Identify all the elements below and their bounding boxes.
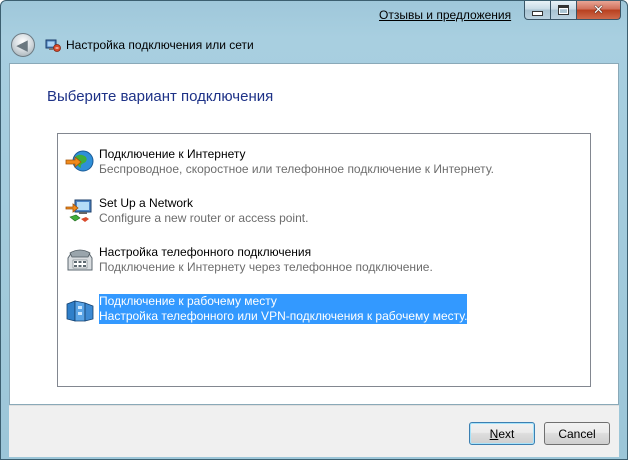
dialog-footer: Next Cancel <box>9 405 619 457</box>
close-icon: ✕ <box>593 2 604 18</box>
content-area: Выберите вариант подключения Подключение… <box>9 63 619 405</box>
next-label: ext <box>498 426 515 441</box>
cancel-button[interactable]: Cancel <box>544 422 610 445</box>
internet-globe-icon <box>65 150 94 172</box>
option-dialup-text: Настройка телефонного подключения Подклю… <box>99 245 433 275</box>
next-accelerator: N <box>489 426 499 441</box>
option-workplace-text: Подключение к рабочему месту Настройка т… <box>99 294 468 324</box>
workplace-building-icon <box>66 300 94 322</box>
option-title: Set Up a Network <box>99 196 194 210</box>
option-setup-network[interactable]: Set Up a Network Configure a new router … <box>62 191 482 225</box>
network-setup-icon <box>45 39 61 52</box>
option-description: Беспроводное, скоростное или телефонное … <box>99 162 494 176</box>
next-button[interactable]: Next <box>469 422 535 445</box>
page-heading: Выберите вариант подключения <box>47 88 274 105</box>
minimize-button[interactable] <box>524 1 551 20</box>
option-setup-network-text: Set Up a Network Configure a new router … <box>99 196 308 226</box>
option-description: Configure a new router or access point. <box>99 211 309 225</box>
dialup-phone-icon <box>67 249 93 271</box>
dialog-window: Отзывы и предложения ✕ ◀ Настройка подкл… <box>0 0 628 460</box>
option-internet[interactable]: Подключение к Интернету Беспроводное, ск… <box>62 142 494 176</box>
option-description: Подключение к Интернету через телефонное… <box>99 260 433 274</box>
feedback-link[interactable]: Отзывы и предложения <box>379 8 511 22</box>
window-title: Настройка подключения или сети <box>66 38 254 52</box>
option-description: Настройка телефонного или VPN-подключени… <box>99 309 468 323</box>
option-title: Подключение к Интернету <box>99 147 246 161</box>
option-internet-text: Подключение к Интернету Беспроводное, ск… <box>99 147 494 177</box>
close-button[interactable]: ✕ <box>577 1 621 20</box>
maximize-icon <box>558 5 569 15</box>
minimize-icon <box>532 10 543 16</box>
caption-buttons: ✕ <box>524 1 621 20</box>
option-title: Настройка телефонного подключения <box>99 245 312 259</box>
option-title: Подключение к рабочему месту <box>99 294 277 308</box>
option-workplace[interactable]: Подключение к рабочему месту Настройка т… <box>62 289 482 324</box>
option-dialup[interactable]: Настройка телефонного подключения Подклю… <box>62 240 482 274</box>
maximize-button[interactable] <box>551 1 577 20</box>
connection-options-list[interactable]: Подключение к Интернету Беспроводное, ск… <box>57 133 591 387</box>
back-arrow-icon: ◀ <box>16 36 28 54</box>
back-button[interactable]: ◀ <box>11 33 35 57</box>
network-router-icon <box>65 199 92 222</box>
